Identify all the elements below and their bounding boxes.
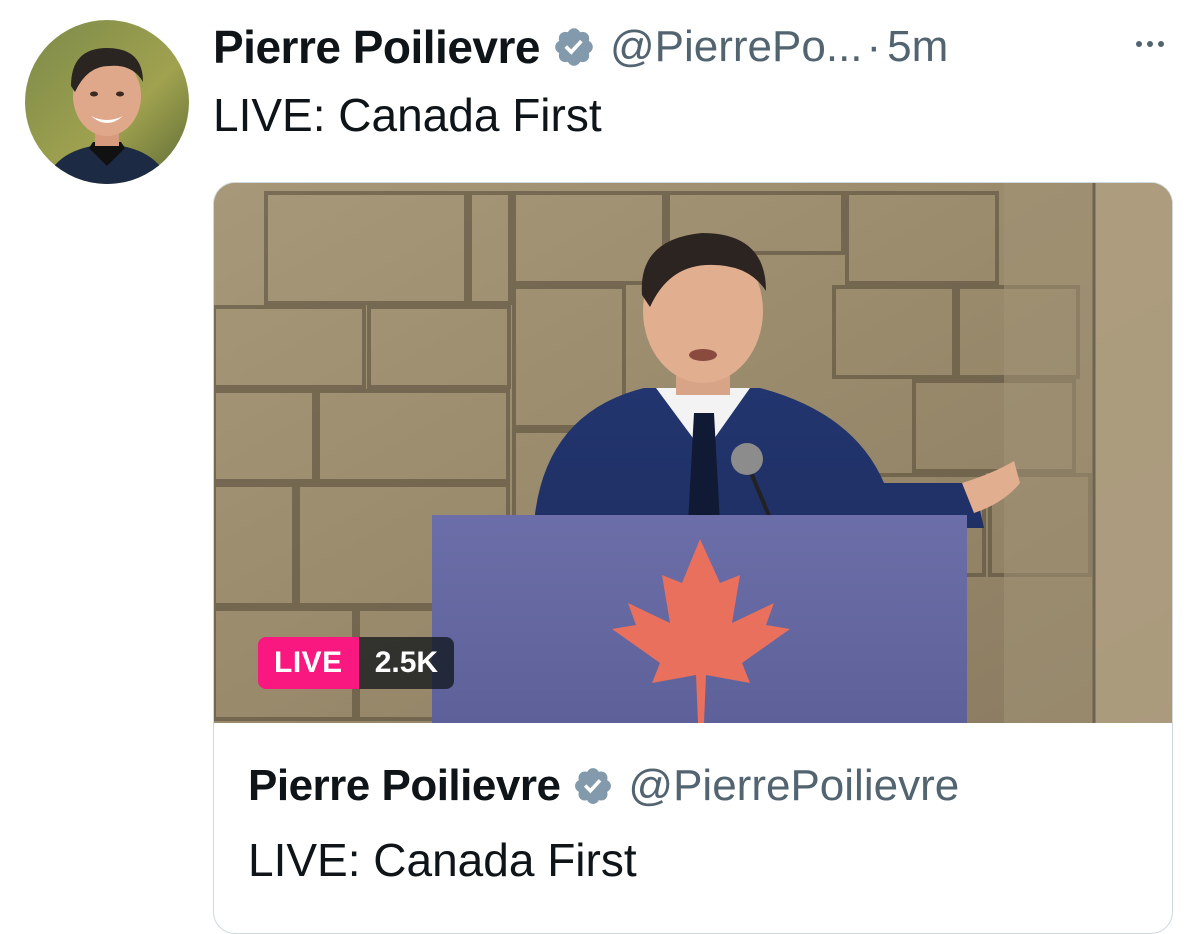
author-avatar[interactable]	[25, 20, 189, 184]
live-badge: LIVE	[258, 637, 359, 689]
verified-badge-icon	[572, 765, 614, 807]
tweet-header: Pierre Poilievre @PierrePo... · 5m	[213, 16, 1173, 78]
separator-dot: ·	[866, 22, 882, 71]
author-handle[interactable]: @PierrePo...	[610, 22, 863, 72]
author-display-name[interactable]: Pierre Poilievre	[213, 20, 540, 74]
tweet-timestamp[interactable]: 5m	[887, 22, 948, 72]
card-author-handle: @PierrePoilievre	[628, 761, 960, 810]
more-horizontal-icon[interactable]	[1127, 24, 1173, 64]
live-broadcast-card[interactable]: LIVE 2.5K Pierre Poilievre @PierrePoilie…	[213, 182, 1173, 934]
tweet-text: LIVE: Canada First	[213, 89, 602, 141]
profile-photo	[25, 20, 189, 184]
card-author-row: Pierre Poilievre @PierrePoilievre	[248, 761, 959, 811]
card-footer[interactable]: Pierre Poilievre @PierrePoilievre LIVE: …	[214, 723, 1172, 933]
card-broadcast-title: LIVE: Canada First	[248, 834, 637, 886]
card-author-display-name: Pierre Poilievre	[248, 761, 561, 810]
live-badge-group: LIVE 2.5K	[258, 637, 455, 689]
verified-badge-icon[interactable]	[552, 25, 596, 69]
viewer-count: 2.5K	[358, 637, 455, 689]
